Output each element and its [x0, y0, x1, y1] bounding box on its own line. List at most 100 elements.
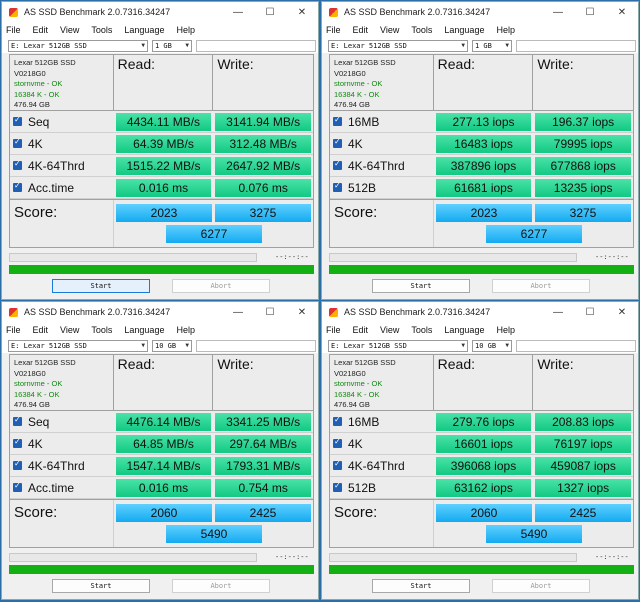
drive-select[interactable]: E: Lexar 512GB SSD ▼: [8, 339, 148, 352]
size-select[interactable]: 10 GB ▼: [472, 339, 512, 352]
progress-bar: [329, 552, 577, 562]
menu-view[interactable]: View: [60, 25, 79, 35]
maximize-icon[interactable]: ☐: [574, 2, 606, 22]
blank-field[interactable]: [196, 39, 316, 52]
row-checkbox[interactable]: [333, 159, 342, 170]
minimize-icon[interactable]: —: [542, 2, 574, 22]
abort-button[interactable]: Abort: [172, 579, 270, 593]
menu-help[interactable]: Help: [496, 25, 515, 35]
score-label: Score:: [10, 500, 114, 547]
menu-language[interactable]: Language: [444, 25, 484, 35]
chevron-down-icon: ▼: [185, 41, 189, 49]
row-checkbox[interactable]: [333, 115, 342, 126]
row-checkbox[interactable]: [333, 437, 342, 448]
write-value: 3341.25 MB/s: [215, 412, 311, 431]
row-label: 4K: [28, 136, 43, 151]
maximize-icon[interactable]: ☐: [254, 2, 286, 22]
title-bar[interactable]: AS SSD Benchmark 2.0.7316.34247 — ☐ ✕: [2, 302, 318, 322]
menu-view[interactable]: View: [380, 325, 399, 335]
row-checkbox[interactable]: [333, 415, 342, 426]
drive-select[interactable]: E: Lexar 512GB SSD ▼: [328, 339, 468, 352]
write-value: 0.754 ms: [215, 478, 311, 497]
menu-edit[interactable]: Edit: [33, 325, 49, 335]
row-checkbox[interactable]: [13, 115, 22, 126]
menu-file[interactable]: File: [6, 25, 21, 35]
menu-view[interactable]: View: [60, 325, 79, 335]
completion-bar: [329, 265, 634, 274]
size-select[interactable]: 1 GB ▼: [152, 39, 192, 52]
row-checkbox[interactable]: [333, 459, 342, 470]
minimize-icon[interactable]: —: [542, 302, 574, 322]
result-row: 4K 64.39 MB/s 312.48 MB/s: [10, 133, 313, 155]
alignment-status: 16384 K - OK: [334, 389, 380, 399]
row-checkbox[interactable]: [13, 459, 22, 470]
menu-file[interactable]: File: [326, 25, 341, 35]
menu-file[interactable]: File: [326, 325, 341, 335]
close-icon[interactable]: ✕: [606, 302, 638, 322]
blank-field[interactable]: [196, 339, 316, 352]
menu-tools[interactable]: Tools: [411, 325, 432, 335]
read-value: 16483 iops: [435, 134, 532, 153]
score-section: Score: 2060 2425 5490: [330, 499, 633, 547]
abort-button[interactable]: Abort: [172, 279, 270, 293]
read-value: 1515.22 MB/s: [115, 156, 212, 175]
progress-bar: [9, 552, 257, 562]
minimize-icon[interactable]: —: [222, 2, 254, 22]
maximize-icon[interactable]: ☐: [574, 302, 606, 322]
row-checkbox[interactable]: [13, 159, 22, 170]
menu-help[interactable]: Help: [176, 325, 195, 335]
size-select[interactable]: 1 GB ▼: [472, 39, 512, 52]
maximize-icon[interactable]: ☐: [254, 302, 286, 322]
row-checkbox[interactable]: [333, 137, 342, 148]
title-bar[interactable]: AS SSD Benchmark 2.0.7316.34247 — ☐ ✕: [2, 2, 318, 22]
start-button[interactable]: Start: [372, 279, 470, 293]
drive-select[interactable]: E: Lexar 512GB SSD ▼: [328, 39, 468, 52]
menu-help[interactable]: Help: [496, 325, 515, 335]
abort-button[interactable]: Abort: [492, 279, 590, 293]
chevron-down-icon: ▼: [141, 341, 145, 349]
row-checkbox[interactable]: [13, 481, 22, 492]
title-bar[interactable]: AS SSD Benchmark 2.0.7316.34247 — ☐ ✕: [322, 2, 638, 22]
start-button[interactable]: Start: [52, 279, 150, 293]
blank-field[interactable]: [516, 339, 636, 352]
menu-tools[interactable]: Tools: [91, 25, 112, 35]
menu-tools[interactable]: Tools: [411, 25, 432, 35]
menu-language[interactable]: Language: [124, 325, 164, 335]
size-select[interactable]: 10 GB ▼: [152, 339, 192, 352]
row-checkbox[interactable]: [333, 481, 342, 492]
row-checkbox[interactable]: [13, 437, 22, 448]
row-label-cell: 16MB: [330, 415, 434, 429]
toolbar: E: Lexar 512GB SSD ▼ 10 GB ▼: [2, 338, 318, 353]
menu-view[interactable]: View: [380, 25, 399, 35]
abort-button[interactable]: Abort: [492, 579, 590, 593]
close-icon[interactable]: ✕: [286, 302, 318, 322]
score-label: Score:: [10, 200, 114, 247]
write-value: 1793.31 MB/s: [215, 456, 311, 475]
write-header: Write:: [537, 56, 574, 72]
row-checkbox[interactable]: [13, 415, 22, 426]
row-label-cell: 4K: [330, 137, 434, 151]
title-bar[interactable]: AS SSD Benchmark 2.0.7316.34247 — ☐ ✕: [322, 302, 638, 322]
menu-edit[interactable]: Edit: [353, 25, 369, 35]
row-label: 512B: [348, 180, 377, 195]
row-label: 16MB: [348, 114, 380, 129]
menu-edit[interactable]: Edit: [353, 325, 369, 335]
menu-edit[interactable]: Edit: [33, 25, 49, 35]
minimize-icon[interactable]: —: [222, 302, 254, 322]
start-button[interactable]: Start: [372, 579, 470, 593]
menu-file[interactable]: File: [6, 325, 21, 335]
row-checkbox[interactable]: [13, 181, 22, 192]
alignment-status: 16384 K - OK: [14, 389, 60, 399]
menu-language[interactable]: Language: [444, 325, 484, 335]
close-icon[interactable]: ✕: [286, 2, 318, 22]
menu-help[interactable]: Help: [176, 25, 195, 35]
close-icon[interactable]: ✕: [606, 2, 638, 22]
row-checkbox[interactable]: [333, 181, 342, 192]
start-button[interactable]: Start: [52, 579, 150, 593]
row-checkbox[interactable]: [13, 137, 22, 148]
write-value: 459087 iops: [535, 456, 631, 475]
menu-tools[interactable]: Tools: [91, 325, 112, 335]
blank-field[interactable]: [516, 39, 636, 52]
menu-language[interactable]: Language: [124, 25, 164, 35]
drive-select[interactable]: E: Lexar 512GB SSD ▼: [8, 39, 148, 52]
